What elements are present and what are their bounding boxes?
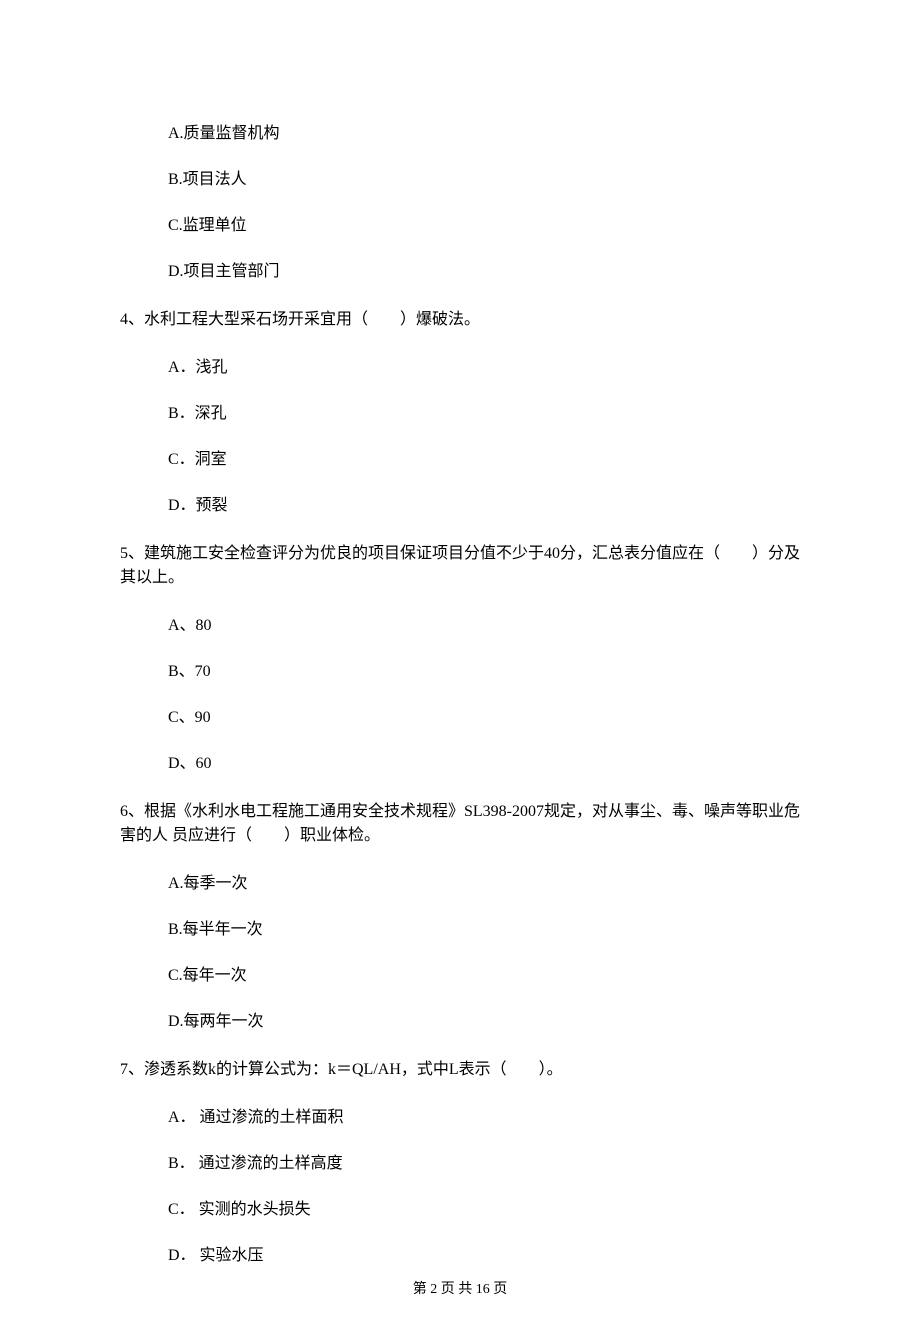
q5-text: 5、建筑施工安全检查评分为优良的项目保证项目分值不少于40分，汇总表分值应在（ …: [120, 542, 800, 590]
q3-option-d: D.项目主管部门: [120, 260, 800, 284]
q7-option-a: A． 通过渗流的土样面积: [120, 1106, 800, 1130]
q4-option-a: A．浅孔: [120, 356, 800, 380]
q6-option-a: A.每季一次: [120, 872, 800, 896]
q6-option-d: D.每两年一次: [120, 1010, 800, 1034]
q3-option-b: B.项目法人: [120, 168, 800, 192]
q7-text: 7、渗透系数k的计算公式为：k＝QL/AH，式中L表示（ ）。: [120, 1058, 800, 1082]
q4-text: 4、水利工程大型采石场开采宜用（ ）爆破法。: [120, 308, 800, 332]
page-footer: 第 2 页 共 16 页: [0, 1279, 920, 1300]
q4-option-b: B．深孔: [120, 402, 800, 426]
q7-option-b: B． 通过渗流的土样高度: [120, 1152, 800, 1176]
q4-option-d: D．预裂: [120, 494, 800, 518]
q7-option-d: D． 实验水压: [120, 1244, 800, 1268]
q4-option-c: C．洞室: [120, 448, 800, 472]
q3-option-c: C.监理单位: [120, 214, 800, 238]
q3-option-a: A.质量监督机构: [120, 122, 800, 146]
q6-text: 6、根据《水利水电工程施工通用安全技术规程》SL398-2007规定，对从事尘、…: [120, 800, 800, 848]
document-page: A.质量监督机构 B.项目法人 C.监理单位 D.项目主管部门 4、水利工程大型…: [0, 0, 920, 1330]
q5-option-a: A、80: [120, 614, 800, 638]
q6-option-c: C.每年一次: [120, 964, 800, 988]
q6-option-b: B.每半年一次: [120, 918, 800, 942]
q5-option-c: C、90: [120, 706, 800, 730]
q5-option-d: D、60: [120, 752, 800, 776]
q5-option-b: B、70: [120, 660, 800, 684]
q7-option-c: C． 实测的水头损失: [120, 1198, 800, 1222]
